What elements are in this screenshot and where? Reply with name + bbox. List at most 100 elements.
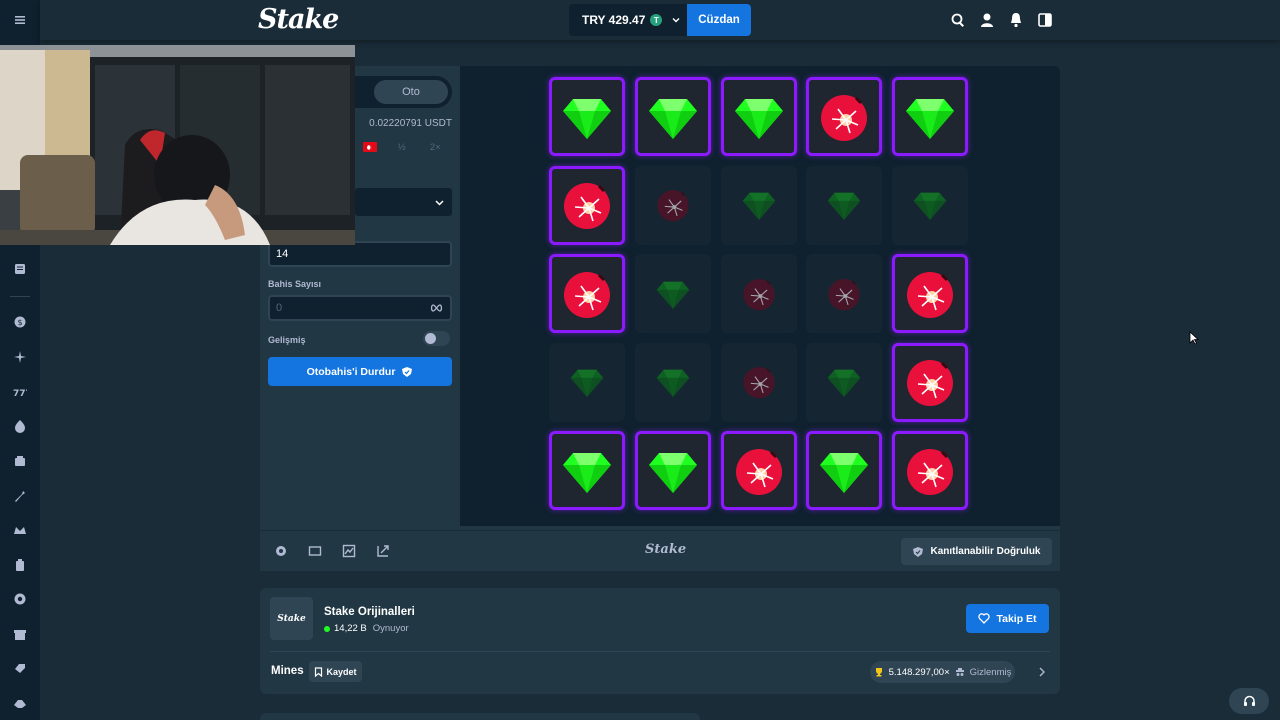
mine-tile[interactable] bbox=[720, 342, 797, 422]
game-shows-icon[interactable] bbox=[11, 452, 29, 470]
wallet-button[interactable]: Cüzdan bbox=[687, 4, 751, 36]
gem-icon bbox=[828, 192, 861, 221]
gem-tile[interactable] bbox=[892, 165, 969, 245]
mine-tile[interactable] bbox=[634, 165, 711, 245]
gem-icon bbox=[828, 370, 861, 398]
bet-amount-value: 0.02220791 USDT bbox=[369, 118, 452, 129]
balance-selector[interactable]: TRY 429.47 T bbox=[569, 4, 687, 36]
trophy-icon bbox=[875, 668, 882, 677]
svg-text:777: 777 bbox=[13, 389, 27, 399]
gem-tile[interactable] bbox=[720, 165, 797, 245]
gem-icon bbox=[913, 192, 947, 221]
mines-select[interactable] bbox=[355, 188, 452, 216]
mouse-cursor-icon bbox=[1189, 331, 1199, 345]
advanced-label: Gelişmiş bbox=[268, 335, 306, 345]
support-chat-button[interactable] bbox=[1229, 688, 1269, 714]
tether-icon: T bbox=[650, 14, 663, 26]
open-external-icon[interactable] bbox=[376, 544, 390, 558]
big-win-record[interactable]: 5.148.297,00× Gizlenmiş bbox=[870, 661, 1015, 683]
gem-icon bbox=[742, 192, 775, 221]
balance-value: TRY 429.47 bbox=[582, 13, 646, 27]
gem-tile[interactable] bbox=[806, 342, 883, 422]
mine-tile[interactable] bbox=[892, 342, 969, 422]
chevron-down-icon bbox=[672, 18, 680, 23]
advanced-toggle[interactable] bbox=[423, 331, 450, 346]
gem-tile[interactable] bbox=[634, 254, 711, 334]
originals-icon[interactable] bbox=[11, 521, 29, 539]
mine-icon bbox=[564, 183, 610, 230]
gem-tile[interactable] bbox=[892, 77, 969, 156]
theatre-mode-icon[interactable] bbox=[308, 544, 322, 558]
new-releases-icon[interactable] bbox=[11, 348, 29, 366]
shield-check-icon bbox=[913, 546, 924, 557]
chevron-right-icon[interactable] bbox=[1038, 667, 1046, 677]
chevron-down-icon bbox=[435, 200, 444, 206]
gem-icon bbox=[563, 98, 611, 139]
record-multiplier: 5.148.297,00× bbox=[888, 666, 950, 678]
slots-icon[interactable]: 777 bbox=[11, 383, 29, 401]
chat-panel-toggle-icon[interactable] bbox=[1037, 12, 1053, 28]
gem-tile[interactable] bbox=[549, 342, 625, 422]
sports-icon[interactable] bbox=[11, 590, 29, 608]
user-icon[interactable] bbox=[979, 12, 995, 28]
mine-tile[interactable] bbox=[549, 254, 625, 334]
blog-icon[interactable] bbox=[11, 260, 29, 278]
gem-tile[interactable] bbox=[549, 431, 625, 511]
mines-board bbox=[460, 66, 1060, 526]
mine-tile[interactable] bbox=[892, 431, 969, 511]
tab-auto[interactable]: Oto bbox=[374, 80, 448, 104]
mine-tile[interactable] bbox=[720, 431, 797, 511]
mine-icon bbox=[821, 94, 868, 141]
bell-icon[interactable] bbox=[1008, 12, 1024, 28]
players-label: Oynuyor bbox=[372, 623, 409, 634]
bookmark-icon bbox=[315, 666, 323, 677]
heart-icon bbox=[978, 613, 991, 624]
mine-icon bbox=[742, 367, 775, 399]
mine-icon bbox=[907, 271, 954, 318]
stake-logo[interactable]: Stake bbox=[258, 4, 339, 35]
gem-tile[interactable] bbox=[549, 77, 625, 156]
live-stats-icon[interactable] bbox=[342, 544, 356, 558]
vip-club-icon[interactable] bbox=[11, 694, 29, 712]
live-casino-icon[interactable] bbox=[11, 417, 29, 435]
search-icon[interactable] bbox=[950, 12, 966, 28]
players-online: 14,22 B Oynuyor bbox=[324, 623, 409, 634]
gem-tile[interactable] bbox=[634, 77, 711, 156]
bonus-icon[interactable] bbox=[11, 556, 29, 574]
stop-autobet-button[interactable]: Otobahis'i Durdur bbox=[268, 357, 452, 386]
online-dot-icon bbox=[324, 625, 330, 632]
gem-tile[interactable] bbox=[634, 342, 711, 422]
game-name: Mines bbox=[271, 665, 304, 677]
double-button[interactable]: 2× bbox=[419, 136, 453, 158]
settings-icon[interactable] bbox=[274, 544, 288, 558]
mine-tile[interactable] bbox=[806, 254, 883, 334]
provably-fair-button[interactable]: Kanıtlanabilir Doğruluk bbox=[901, 538, 1052, 565]
mine-tile[interactable] bbox=[892, 254, 969, 334]
originals-avatar: Stake bbox=[270, 597, 313, 640]
stake-exclusives-icon[interactable] bbox=[11, 487, 29, 505]
gem-tile[interactable] bbox=[806, 165, 883, 245]
gem-tile[interactable] bbox=[806, 431, 883, 511]
affiliate-icon[interactable] bbox=[11, 659, 29, 677]
hidden-user-icon bbox=[955, 668, 964, 676]
menu-icon[interactable] bbox=[11, 11, 29, 29]
top-bar: Stake TRY 429.47 T Cüzdan bbox=[40, 0, 1280, 40]
promotions-icon[interactable] bbox=[11, 625, 29, 643]
svg-text:$: $ bbox=[18, 318, 23, 327]
originals-title[interactable]: Stake Orijinalleri bbox=[324, 606, 415, 618]
sponsorship-icon[interactable]: $ bbox=[11, 313, 29, 331]
bet-count-input[interactable]: 0 bbox=[268, 295, 452, 321]
game-info-card: Stake Stake Orijinalleri 14,22 B Oynuyor… bbox=[260, 588, 1060, 694]
half-button[interactable]: ½ bbox=[385, 136, 419, 158]
mine-tile[interactable] bbox=[720, 254, 797, 334]
gem-tile[interactable] bbox=[720, 77, 797, 156]
save-button[interactable]: Kaydet bbox=[309, 661, 362, 682]
mine-tile[interactable] bbox=[806, 77, 883, 156]
gem-icon bbox=[648, 452, 697, 493]
players-count: 14,22 B bbox=[334, 623, 367, 634]
mine-tile[interactable] bbox=[549, 165, 625, 245]
follow-button[interactable]: Takip Et bbox=[966, 604, 1049, 633]
game-panel: Oto 0.02220791 USDT ½ 2× 14 Bahis Sayısı… bbox=[260, 66, 1060, 571]
gem-tile[interactable] bbox=[634, 431, 711, 511]
mine-icon bbox=[735, 448, 782, 495]
